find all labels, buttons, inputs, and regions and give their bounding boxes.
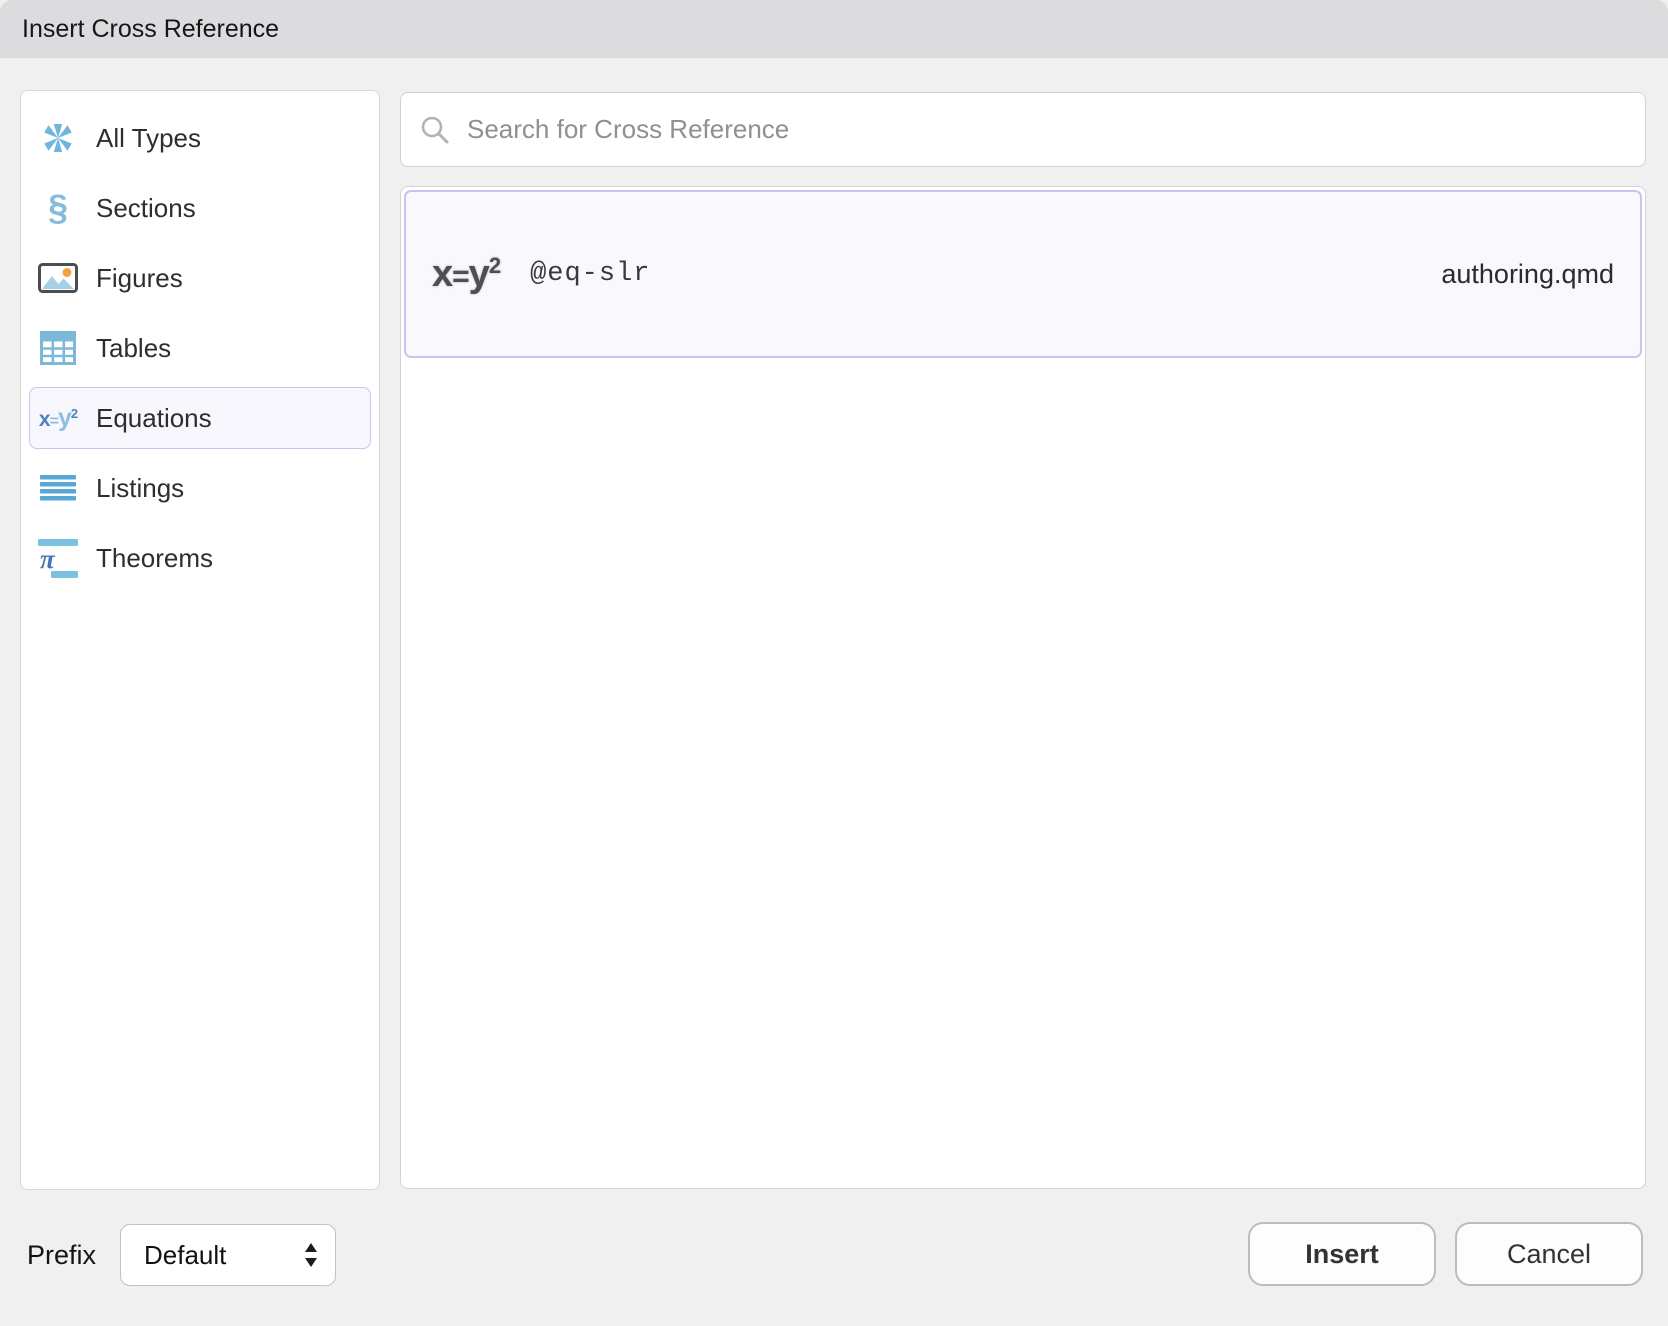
equation-icon: x=y2 bbox=[36, 406, 80, 431]
select-updown-arrows-icon bbox=[303, 1240, 319, 1270]
insert-button[interactable]: Insert bbox=[1248, 1222, 1436, 1286]
cancel-button-label: Cancel bbox=[1507, 1239, 1591, 1270]
sidebar-item-tables[interactable]: Tables bbox=[21, 313, 379, 383]
prefix-select-value: Default bbox=[144, 1240, 226, 1271]
sidebar-item-label: Listings bbox=[96, 473, 184, 504]
equation-icon: x=y2 bbox=[432, 255, 500, 293]
search-box bbox=[400, 92, 1646, 167]
dialog-title: Insert Cross Reference bbox=[22, 15, 279, 44]
sidebar-item-label: All Types bbox=[96, 123, 201, 154]
sidebar-item-label: Theorems bbox=[96, 543, 213, 574]
theorem-icon: π bbox=[36, 537, 80, 579]
sidebar-item-label: Figures bbox=[96, 263, 183, 294]
search-icon bbox=[419, 114, 451, 146]
all-types-asterisk-icon bbox=[36, 121, 80, 155]
sidebar-item-label: Sections bbox=[96, 193, 196, 224]
prefix-label: Prefix bbox=[27, 1240, 96, 1271]
figure-icon bbox=[36, 263, 80, 293]
table-icon bbox=[36, 331, 80, 365]
sidebar-item-theorems[interactable]: π Theorems bbox=[21, 523, 379, 593]
sidebar-item-listings[interactable]: Listings bbox=[21, 453, 379, 523]
cross-reference-results-list: x=y2 @eq-slr authoring.qmd bbox=[400, 186, 1646, 1189]
sidebar-item-label: Equations bbox=[96, 403, 212, 434]
sidebar-item-label: Tables bbox=[96, 333, 171, 364]
prefix-select[interactable]: Default bbox=[120, 1224, 336, 1286]
svg-text:π: π bbox=[40, 544, 56, 574]
result-row-equation[interactable]: x=y2 @eq-slr authoring.qmd bbox=[404, 190, 1642, 358]
cancel-button[interactable]: Cancel bbox=[1455, 1222, 1643, 1286]
search-input[interactable] bbox=[465, 113, 1627, 146]
insert-cross-reference-dialog: Insert Cross Reference bbox=[0, 0, 1668, 1326]
sidebar-item-figures[interactable]: Figures bbox=[21, 243, 379, 313]
section-icon: § bbox=[36, 190, 80, 226]
sidebar-item-equations[interactable]: x=y2 Equations bbox=[21, 383, 379, 453]
listings-icon bbox=[36, 474, 80, 502]
insert-button-label: Insert bbox=[1305, 1239, 1379, 1270]
sidebar-item-sections[interactable]: § Sections bbox=[21, 173, 379, 243]
sidebar-item-all-types[interactable]: All Types bbox=[21, 103, 379, 173]
type-filter-sidebar: All Types § Sections Figure bbox=[20, 90, 380, 1190]
result-reference-id: @eq-slr bbox=[530, 259, 650, 289]
dialog-titlebar: Insert Cross Reference bbox=[0, 0, 1668, 58]
result-source-file: authoring.qmd bbox=[1441, 259, 1614, 290]
